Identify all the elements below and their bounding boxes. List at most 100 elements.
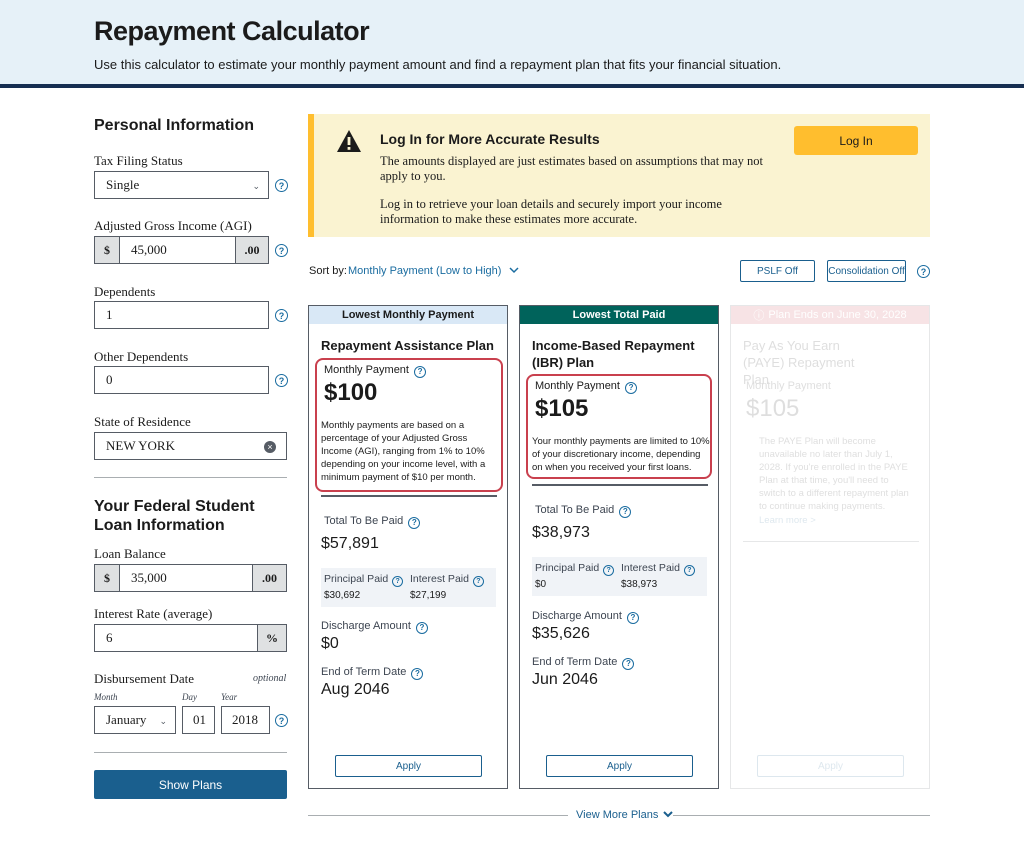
- divider: [321, 495, 497, 497]
- help-icon[interactable]: ?: [603, 565, 615, 576]
- help-icon[interactable]: ?: [392, 576, 404, 587]
- optional-label: optional: [253, 673, 287, 684]
- day-label: Day: [182, 692, 197, 702]
- other-dependents-label: Other Dependents: [94, 349, 189, 364]
- end-of-term-value: Jun 2046: [532, 671, 598, 688]
- alert-title: Log In for More Accurate Results: [380, 131, 600, 147]
- plan-description: Monthly payments are based on a percenta…: [321, 420, 486, 483]
- apply-button[interactable]: Apply: [757, 755, 904, 777]
- discharge-amount-value: $0: [321, 635, 339, 652]
- view-more-plans-link[interactable]: View More Plans: [576, 809, 674, 821]
- end-of-term-value: Aug 2046: [321, 681, 390, 698]
- other-dependents-input[interactable]: 0: [94, 366, 269, 394]
- balance-suffix: .00: [252, 564, 287, 592]
- plan-title: Repayment Assistance Plan: [321, 338, 494, 353]
- dependents-input[interactable]: 1: [94, 301, 269, 329]
- help-icon[interactable]: ?: [622, 657, 635, 670]
- help-icon[interactable]: ?: [625, 381, 638, 394]
- total-paid-label: Total To Be Paid ?: [535, 504, 632, 518]
- info-icon: ⓘ: [753, 310, 765, 322]
- interest-paid-value: $27,199: [410, 590, 447, 601]
- balance-input[interactable]: 35,000: [119, 564, 253, 592]
- help-icon[interactable]: ?: [472, 576, 484, 587]
- plan-description: Your monthly payments are limited to 10%…: [532, 436, 710, 473]
- apply-button[interactable]: Apply: [546, 755, 693, 777]
- clear-icon[interactable]: ×: [264, 441, 276, 453]
- principal-paid-value: $0: [535, 579, 547, 590]
- page-header: Repayment Calculator Use this calculator…: [0, 0, 1024, 88]
- divider: [94, 752, 287, 753]
- help-icon[interactable]: ?: [415, 621, 428, 634]
- chevron-down-icon: ⌄: [252, 181, 260, 191]
- help-icon[interactable]: ?: [619, 505, 632, 518]
- learn-more-link[interactable]: Learn more >: [759, 514, 816, 527]
- rate-input[interactable]: 6: [94, 624, 258, 652]
- end-of-term-label: End of Term Date ?: [532, 656, 635, 670]
- monthly-payment-label: Monthly Payment ?: [535, 380, 638, 394]
- agi-suffix: .00: [235, 236, 269, 264]
- year-input[interactable]: 2018: [221, 706, 270, 734]
- chevron-down-icon: [508, 267, 519, 274]
- day-input[interactable]: 01: [182, 706, 215, 734]
- help-icon[interactable]: ?: [411, 667, 424, 680]
- monthly-payment-amount: $100: [324, 379, 378, 406]
- agi-value: 45,000: [131, 242, 167, 257]
- total-paid-label: Total To Be Paid ?: [324, 515, 421, 529]
- month-label: Month: [94, 692, 118, 702]
- rate-value: 6: [106, 630, 113, 645]
- principal-paid-label: Principal Paid ?: [324, 573, 404, 587]
- year-value: 2018: [232, 712, 258, 727]
- alert-text: The amounts displayed are just estimates…: [380, 154, 763, 183]
- pslf-toggle-button[interactable]: PSLF Off: [740, 260, 815, 282]
- help-icon[interactable]: ?: [917, 265, 930, 278]
- help-icon[interactable]: ?: [408, 516, 421, 529]
- state-input[interactable]: NEW YORK ×: [94, 432, 287, 460]
- page-title: Repayment Calculator: [94, 16, 370, 46]
- rate-label: Interest Rate (average): [94, 606, 213, 621]
- plan-description: The PAYE Plan will become unavailable no…: [759, 436, 909, 512]
- help-icon[interactable]: ?: [275, 309, 288, 322]
- help-icon[interactable]: ?: [275, 714, 288, 727]
- log-in-button[interactable]: Log In: [794, 126, 918, 155]
- tax-status-label: Tax Filing Status: [94, 153, 183, 168]
- principal-paid-label: Principal Paid ?: [535, 562, 615, 576]
- plan-title: Income-Based Repayment (IBR) Plan: [532, 338, 695, 370]
- plan-badge: Lowest Monthly Payment: [309, 306, 507, 324]
- agi-input[interactable]: 45,000: [119, 236, 236, 264]
- tax-status-select[interactable]: Single ⌄: [94, 171, 269, 199]
- page-subtitle: Use this calculator to estimate your mon…: [94, 57, 782, 72]
- apply-button[interactable]: Apply: [335, 755, 482, 777]
- login-alert: Log In for More Accurate Results The amo…: [308, 114, 930, 237]
- divider: [743, 541, 919, 542]
- help-icon[interactable]: ?: [275, 374, 288, 387]
- end-of-term-label: End of Term Date ?: [321, 666, 424, 680]
- plan-badge: Lowest Total Paid: [520, 306, 718, 324]
- month-select[interactable]: January ⌄: [94, 706, 176, 734]
- sort-label: Sort by:: [309, 265, 347, 277]
- help-icon[interactable]: ?: [414, 365, 427, 378]
- show-plans-button[interactable]: Show Plans: [94, 770, 287, 799]
- chevron-down-icon: [663, 811, 674, 818]
- help-icon[interactable]: ?: [275, 179, 288, 192]
- help-icon[interactable]: ?: [683, 565, 695, 576]
- consolidation-toggle-button[interactable]: Consolidation Off: [827, 260, 906, 282]
- disbursement-label: Disbursement Date: [94, 671, 195, 686]
- plan-badge: ⓘ Plan Ends on June 30, 2028: [731, 306, 929, 324]
- view-more-label: View More Plans: [576, 809, 659, 821]
- sort-select[interactable]: Monthly Payment (Low to High): [348, 265, 519, 277]
- year-label: Year: [221, 692, 238, 702]
- rate-suffix: %: [257, 624, 287, 652]
- interest-paid-value: $38,973: [621, 579, 658, 590]
- state-label: State of Residence: [94, 414, 191, 429]
- discharge-amount-label: Discharge Amount ?: [321, 620, 428, 634]
- interest-paid-label: Interest Paid ?: [621, 562, 695, 576]
- help-icon[interactable]: ?: [626, 611, 639, 624]
- help-icon[interactable]: ?: [275, 244, 288, 257]
- dependents-label: Dependents: [94, 284, 156, 299]
- interest-paid-label: Interest Paid ?: [410, 573, 484, 587]
- personal-info-heading: Personal Information: [94, 117, 255, 134]
- plan-card-paye: ⓘ Plan Ends on June 30, 2028 Pay As You E…: [730, 305, 930, 789]
- plan-card-ibr: Lowest Total Paid Income-Based Repayment…: [519, 305, 719, 789]
- agi-label: Adjusted Gross Income (AGI): [94, 218, 252, 233]
- tax-status-value: Single: [106, 177, 140, 192]
